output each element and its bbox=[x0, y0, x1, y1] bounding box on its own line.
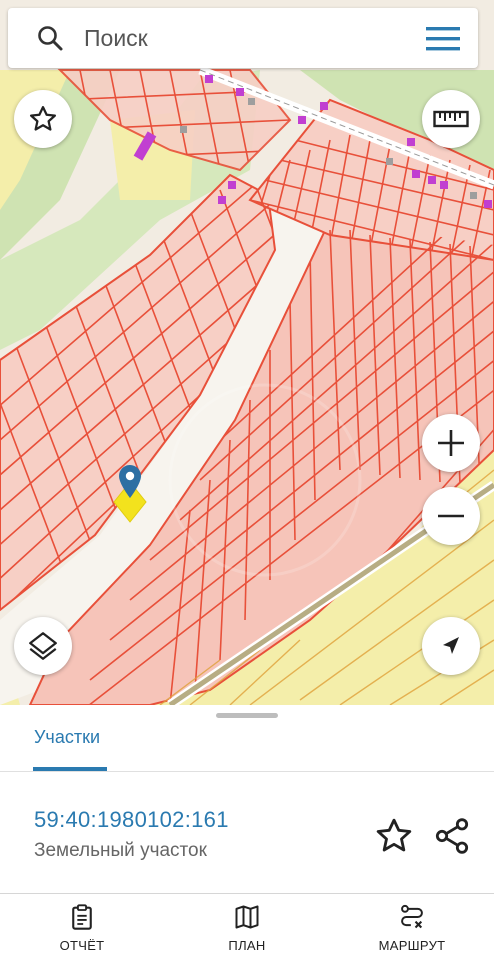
locate-icon bbox=[443, 637, 459, 654]
nav-route[interactable]: МАРШРУТ bbox=[372, 894, 452, 960]
measure-button[interactable] bbox=[422, 90, 480, 148]
search-bar bbox=[8, 8, 478, 68]
map-view[interactable] bbox=[0, 0, 494, 705]
nav-route-label: МАРШРУТ bbox=[378, 938, 446, 953]
layers-button[interactable] bbox=[14, 617, 72, 675]
nav-plan-label: ПЛАН bbox=[228, 938, 266, 953]
map-canvas[interactable] bbox=[0, 0, 494, 705]
nav-report[interactable]: ОТЧЁТ bbox=[52, 894, 112, 960]
favorites-button[interactable] bbox=[14, 90, 72, 148]
ruler-icon bbox=[433, 110, 469, 128]
bottom-nav: ОТЧЁТ ПЛАН МАРШРУТ bbox=[0, 893, 494, 960]
divider bbox=[0, 771, 494, 772]
zoom-out-button[interactable] bbox=[422, 487, 480, 545]
location-pin-icon[interactable] bbox=[108, 462, 152, 524]
star-icon bbox=[30, 106, 56, 131]
map-icon bbox=[235, 905, 259, 929]
menu-icon[interactable] bbox=[426, 26, 460, 52]
drag-handle[interactable] bbox=[216, 713, 278, 718]
clipboard-icon bbox=[72, 904, 92, 930]
search-icon[interactable] bbox=[36, 24, 64, 52]
layers-icon bbox=[29, 632, 57, 660]
locate-button[interactable] bbox=[422, 617, 480, 675]
parcel-cadastral-number[interactable]: 59:40:1980102:161 bbox=[34, 807, 229, 833]
zoom-out-icon bbox=[438, 514, 464, 518]
tab-parcels[interactable]: Участки bbox=[34, 727, 100, 767]
star-icon[interactable] bbox=[374, 816, 414, 856]
route-icon bbox=[401, 904, 423, 929]
zoom-in-button[interactable] bbox=[422, 414, 480, 472]
nav-report-label: ОТЧЁТ bbox=[59, 938, 105, 953]
bottom-sheet: Участки 59:40:1980102:161 Земельный учас… bbox=[0, 705, 494, 895]
parcel-type: Земельный участок bbox=[34, 840, 207, 861]
nav-plan[interactable]: ПЛАН bbox=[217, 894, 277, 960]
search-input[interactable] bbox=[84, 18, 384, 58]
share-icon[interactable] bbox=[432, 816, 472, 856]
zoom-in-icon bbox=[438, 430, 464, 456]
